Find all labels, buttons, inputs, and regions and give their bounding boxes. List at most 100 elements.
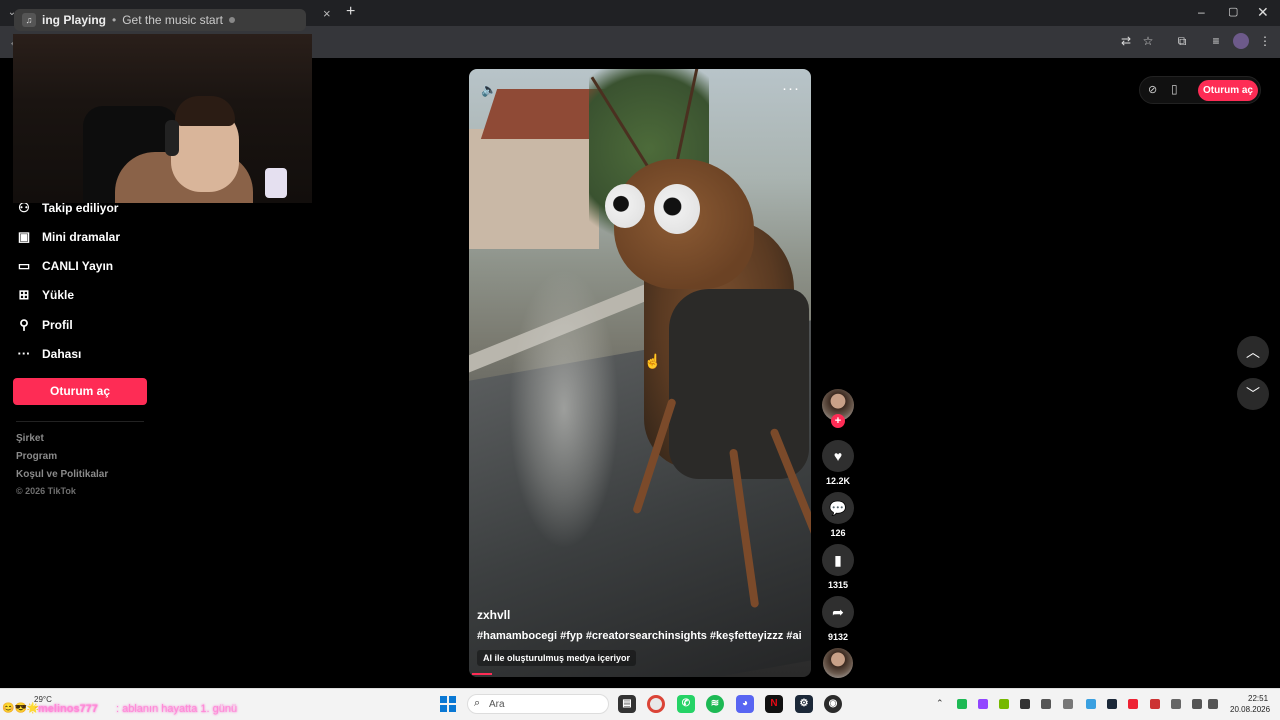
sidebar-login-button[interactable]: Oturum aç <box>13 378 147 405</box>
bug-eye-right <box>654 184 700 234</box>
sidebar-item-label: Dahası <box>42 347 82 361</box>
tray-spotify-icon[interactable] <box>957 699 967 709</box>
network-icon[interactable] <box>1192 699 1202 709</box>
ai-generated-label: AI ile oluşturulmuş medya içeriyor <box>477 650 637 666</box>
media-playing-tab[interactable]: ♫ ing Playing • Get the music start <box>14 9 306 31</box>
tray-obs-icon[interactable] <box>1020 699 1030 709</box>
video-player[interactable] <box>469 69 811 677</box>
previous-video-button[interactable]: ︿ <box>1237 336 1269 368</box>
sidebar-divider <box>16 421 144 422</box>
whatsapp-icon[interactable]: ✆ <box>677 695 695 713</box>
bug-jacket <box>669 289 809 479</box>
share-count: 9132 <box>827 632 849 642</box>
tab-close-icon[interactable]: × <box>323 6 331 21</box>
save-count: 1315 <box>827 580 849 590</box>
tray-cloud-icon[interactable] <box>1086 699 1096 709</box>
tray-steam-icon[interactable] <box>1107 699 1117 709</box>
media-tab-subtitle: Get the music start <box>122 13 223 27</box>
sidebar-item-live[interactable]: ▭ CANLI Yayın <box>16 255 166 277</box>
tray-security-icon[interactable] <box>1150 699 1160 709</box>
webcam-cup <box>265 168 287 198</box>
tray-app-icon[interactable] <box>1041 699 1051 709</box>
extensions-icon[interactable]: ⧉ <box>1174 33 1190 49</box>
chrome-icon[interactable] <box>647 695 665 713</box>
chevron-up-icon: ︿ <box>1246 344 1260 360</box>
comment-count: 126 <box>830 528 846 538</box>
windows-start-button[interactable] <box>440 696 456 712</box>
upload-icon: ⊞ <box>18 287 30 302</box>
obs-icon[interactable]: ◉ <box>824 695 842 713</box>
music-disc-avatar[interactable] <box>823 648 853 678</box>
more-icon: ··· <box>17 346 31 361</box>
sidebar-item-upload[interactable]: ⊞ Yükle <box>16 284 166 306</box>
tray-overflow-chevron-icon[interactable]: ⌃ <box>936 698 944 709</box>
tray-twitch-icon[interactable] <box>978 699 988 709</box>
browser-menu-icon[interactable]: ⋮ <box>1257 33 1273 49</box>
tray-record-icon[interactable] <box>1128 699 1138 709</box>
window-minimize-button[interactable]: – <box>1198 5 1205 19</box>
video-options-icon[interactable]: ··· <box>782 80 800 97</box>
sidebar-item-label: Mini dramalar <box>42 230 121 244</box>
sidebar-item-label: CANLI Yayın <box>42 259 114 273</box>
tray-controller-icon[interactable] <box>1063 699 1073 709</box>
task-view-icon[interactable]: ▤ <box>618 695 636 713</box>
media-tab-title: ing Playing <box>42 13 107 27</box>
footer-link-terms[interactable]: Koşul ve Politikalar <box>16 469 108 480</box>
window-maximize-button[interactable]: ▢ <box>1228 5 1238 18</box>
share-arrow-icon: ➦ <box>832 604 844 620</box>
like-button[interactable]: ♥ <box>822 440 854 472</box>
sidebar-item-label: Takip ediliyor <box>42 201 119 215</box>
profile-avatar-icon[interactable] <box>1233 33 1249 49</box>
mute-sound-icon[interactable]: 🔈 <box>481 82 497 98</box>
chat-message: : ablanın hayatta 1. günü <box>116 703 238 715</box>
music-note-icon: ♫ <box>22 13 36 27</box>
compass-icon[interactable]: ⊘ <box>1148 83 1157 96</box>
phone-app-icon[interactable]: ▯ <box>1171 82 1178 96</box>
video-username[interactable]: zxhvll <box>477 608 510 622</box>
clock-date[interactable]: 20.08.2026 <box>1230 705 1270 714</box>
like-count: 12.2K <box>825 476 851 486</box>
clock-time[interactable]: 22:51 <box>1248 694 1268 703</box>
bookmark-star-icon[interactable]: ☆ <box>1140 33 1156 49</box>
video-hashtags[interactable]: #hamambocegi #fyp #creatorsearchinsights… <box>477 630 802 642</box>
bookmark-icon: ▮ <box>834 552 842 568</box>
webcam-overlay <box>13 34 312 203</box>
microphone-icon[interactable] <box>1171 699 1181 709</box>
chat-username: melinos777 <box>38 703 98 715</box>
next-video-button[interactable]: ﹀ <box>1237 378 1269 410</box>
new-tab-button[interactable]: + <box>346 3 355 21</box>
media-controls-icon[interactable]: ≡ <box>1208 33 1224 49</box>
comment-button[interactable]: 💬 <box>822 492 854 524</box>
sidebar-item-profile[interactable]: ⚲ Profil <box>16 314 166 336</box>
heart-icon: ♥ <box>833 448 843 464</box>
netflix-icon[interactable]: N <box>765 695 783 713</box>
mouse-cursor-icon: ☝ <box>644 353 662 369</box>
video-scene-house <box>469 129 599 249</box>
comment-bubble-icon: 💬 <box>829 500 847 516</box>
follow-plus-icon[interactable]: + <box>831 414 845 428</box>
window-close-button[interactable]: ✕ <box>1257 4 1269 21</box>
footer-link-company[interactable]: Şirket <box>16 433 44 444</box>
media-tab-separator: • <box>112 13 117 27</box>
translate-icon[interactable]: ⇄ <box>1118 33 1134 49</box>
top-login-button[interactable]: Oturum aç <box>1198 80 1258 101</box>
webcam-headset <box>165 120 179 156</box>
steam-icon[interactable]: ⚙ <box>795 695 813 713</box>
sidebar-item-more[interactable]: ··· Dahası <box>16 343 166 365</box>
sidebar-item-label: Yükle <box>42 288 75 302</box>
spotify-icon[interactable]: ≋ <box>706 695 724 713</box>
tray-nvidia-icon[interactable] <box>999 699 1009 709</box>
copyright-text: © 2026 TikTok <box>16 486 76 496</box>
discord-icon[interactable]: ◕ <box>736 695 754 713</box>
volume-icon[interactable] <box>1208 699 1218 709</box>
chat-badge-emojis: 😊😎🌟 <box>2 703 40 714</box>
video-progress-bar[interactable] <box>472 673 492 675</box>
profile-icon: ⚲ <box>19 317 29 332</box>
chevron-down-icon: ﹀ <box>1246 386 1260 402</box>
share-button[interactable]: ➦ <box>822 596 854 628</box>
live-tv-icon: ▭ <box>17 258 31 273</box>
save-button[interactable]: ▮ <box>822 544 854 576</box>
sidebar-item-mini-dramas[interactable]: ▣ Mini dramalar <box>16 226 166 248</box>
film-icon: ▣ <box>17 229 31 244</box>
footer-link-program[interactable]: Program <box>16 451 57 462</box>
